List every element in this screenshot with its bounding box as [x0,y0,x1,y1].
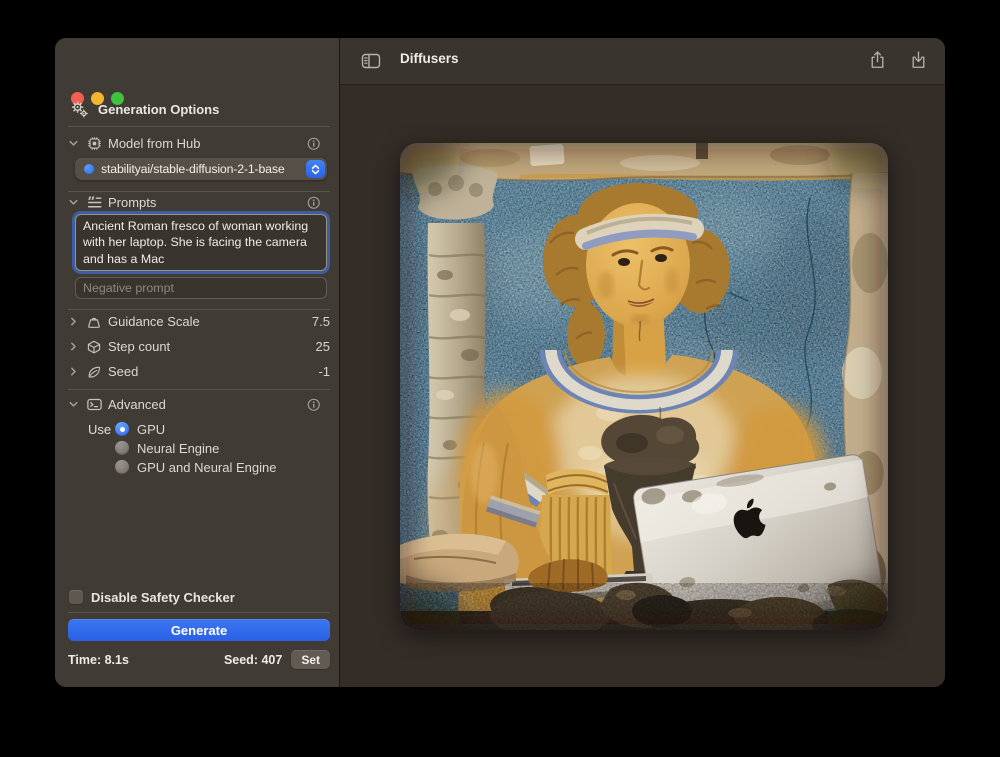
gears-icon [70,100,89,119]
cube-icon [85,339,103,355]
status-bar: Time: 8.1s Seed: 407 Set [68,650,330,669]
generate-button[interactable]: Generate [68,619,330,641]
terminal-icon [85,396,103,413]
radio-option-neural-engine[interactable]: Neural Engine [115,440,219,456]
seed-value: -1 [318,364,330,379]
divider [68,191,330,192]
radio-unselected[interactable] [115,460,129,474]
seed-label: Seed [108,364,138,379]
info-icon[interactable] [307,196,321,210]
sidebar-toggle-icon[interactable] [361,52,381,75]
seed-status: Seed: 407 [224,653,282,667]
step-count-value: 25 [316,339,330,354]
radio-unselected[interactable] [115,441,129,455]
sidebar-title: Generation Options [98,102,219,117]
row-guidance-scale[interactable]: Guidance Scale 7.5 [68,313,330,330]
row-seed[interactable]: Seed -1 [68,363,330,380]
negative-prompt-input[interactable] [75,277,327,299]
time-status: Time: 8.1s [68,653,129,667]
guidance-scale-value: 7.5 [312,314,330,329]
radio-label: GPU [137,422,165,437]
chevron-down-icon[interactable] [68,197,80,208]
use-label: Use [88,421,111,437]
share-icon[interactable] [869,50,886,70]
radio-selected[interactable] [115,422,129,436]
model-select[interactable]: stabilityai/stable-diffusion-2-1-base [75,158,327,180]
radio-option-gpu-and-neural-engine[interactable]: GPU and Neural Engine [115,459,276,475]
text-quote-icon [85,194,103,211]
app-window: Generation Options Model from Hub [55,38,945,687]
prompts-section-label: Prompts [108,195,156,210]
cpu-icon [85,135,103,152]
set-seed-button[interactable]: Set [291,650,330,669]
section-advanced[interactable]: Advanced [68,396,330,413]
section-model-from-hub[interactable]: Model from Hub [68,135,330,152]
guidance-scale-label: Guidance Scale [108,314,200,329]
row-step-count[interactable]: Step count 25 [68,338,330,355]
divider [68,309,330,310]
generation-options-header: Generation Options [70,100,219,119]
stepper-icon[interactable] [306,160,325,178]
model-selected-value: stabilityai/stable-diffusion-2-1-base [101,162,302,176]
chevron-down-icon[interactable] [68,138,80,149]
chevron-right-icon[interactable] [68,316,80,327]
chevron-right-icon[interactable] [68,341,80,352]
save-image-icon[interactable] [910,50,927,70]
divider [68,389,330,390]
window-title: Diffusers [400,51,459,66]
chevron-down-icon[interactable] [68,399,80,410]
advanced-section-label: Advanced [108,397,166,412]
radio-label: GPU and Neural Engine [137,460,276,475]
model-section-label: Model from Hub [108,136,200,151]
step-count-label: Step count [108,339,170,354]
safety-checkbox-label: Disable Safety Checker [91,590,235,605]
radio-label: Neural Engine [137,441,219,456]
main-area: Diffusers [340,38,945,687]
divider [68,126,330,127]
chevron-right-icon[interactable] [68,366,80,377]
canvas-area [340,85,945,687]
info-icon[interactable] [307,137,321,151]
titlebar: Diffusers [340,38,945,85]
disable-safety-checker-row[interactable]: Disable Safety Checker [69,589,235,605]
leaf-icon [85,364,103,380]
radio-option-gpu[interactable]: GPU [115,421,165,437]
model-status-dot [84,164,94,174]
divider [68,612,330,613]
prompt-textarea[interactable]: Ancient Roman fresco of woman working wi… [75,214,327,271]
titlebar-actions [869,50,927,70]
safety-checkbox[interactable] [69,590,83,604]
generated-image [400,143,888,630]
sidebar: Generation Options Model from Hub [55,38,340,687]
info-icon[interactable] [307,398,321,412]
section-prompts[interactable]: Prompts [68,194,330,211]
scalemass-icon [85,314,103,330]
